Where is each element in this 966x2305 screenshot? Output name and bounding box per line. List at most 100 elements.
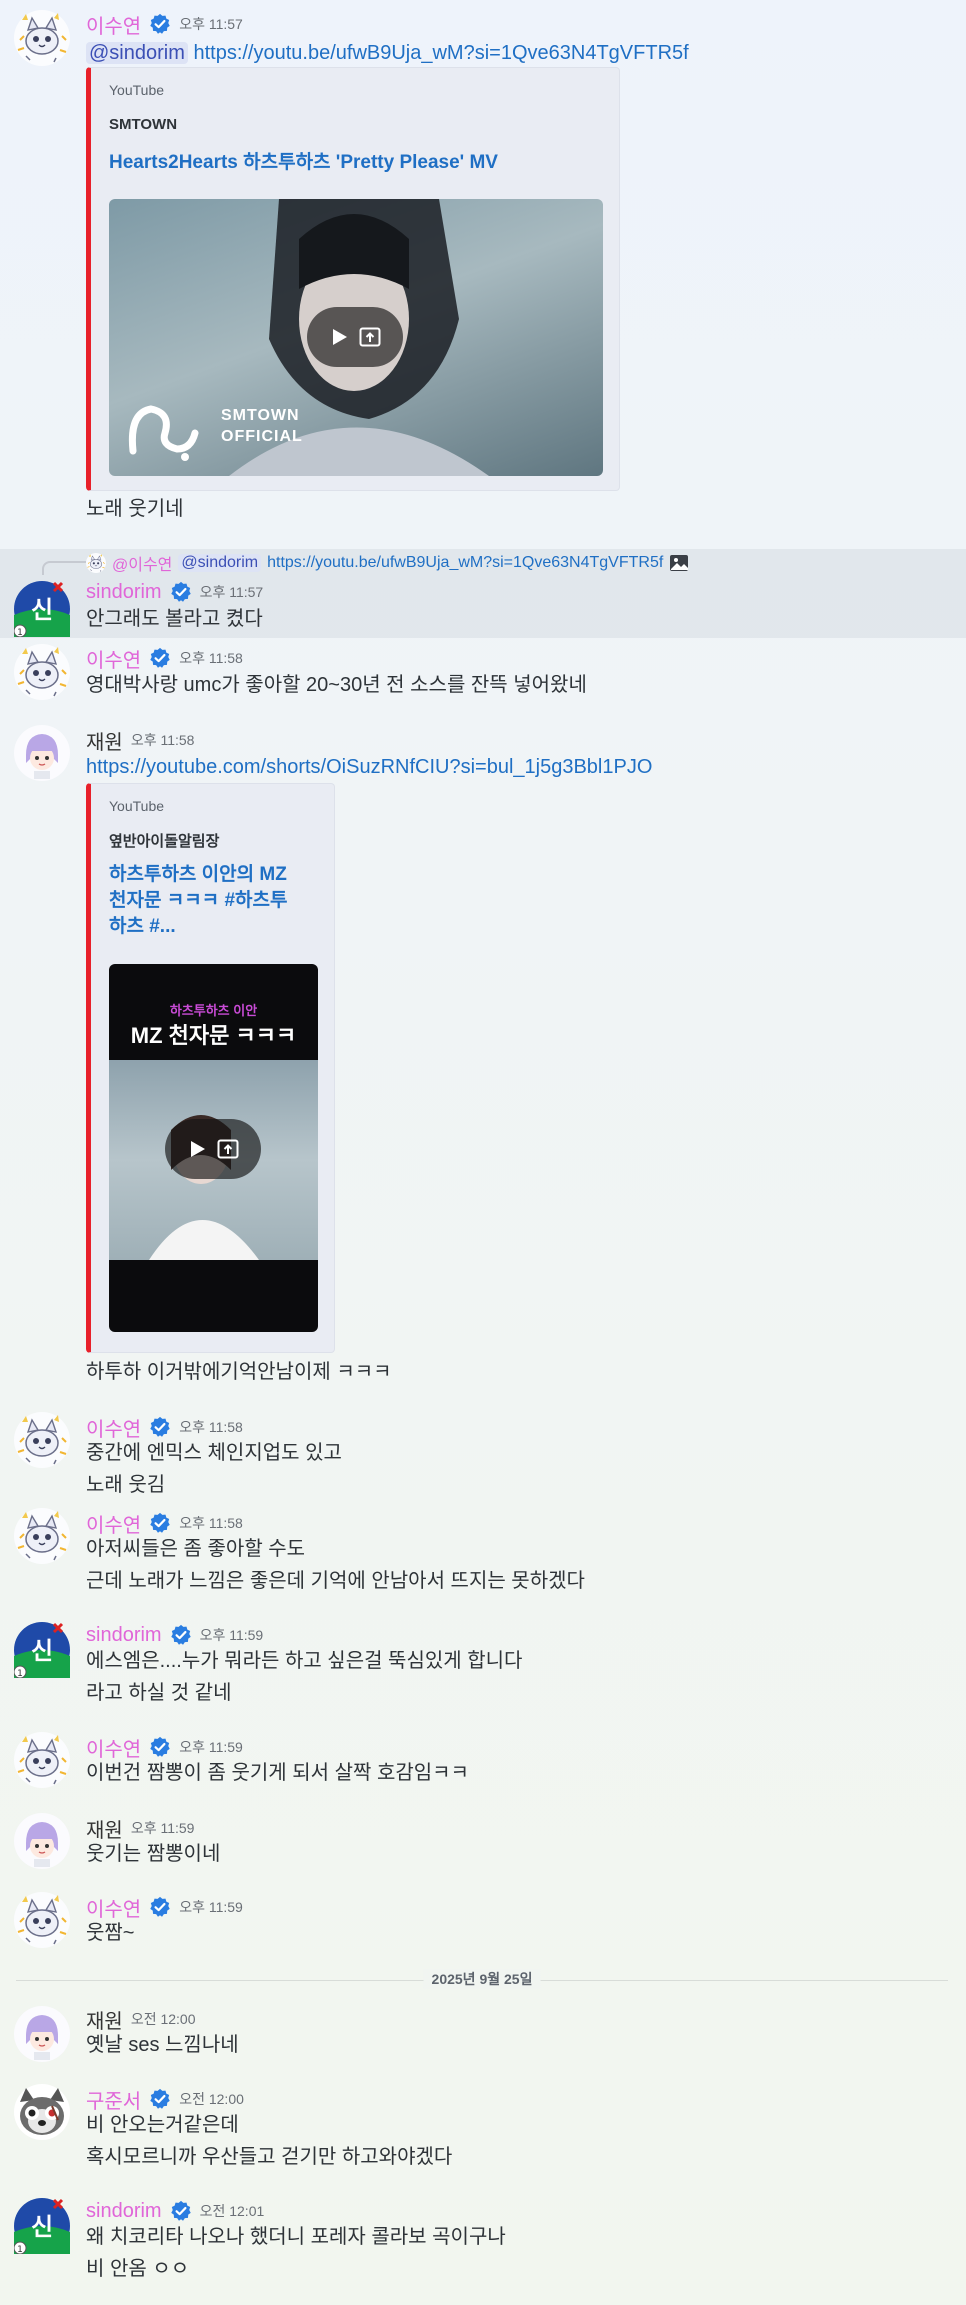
embed-title-line[interactable]: 하츠투하츠 이안의 MZ	[109, 862, 287, 888]
message-link[interactable]: https://youtube.com/shorts/OiSuzRNfCIU?s…	[86, 756, 652, 778]
timestamp: 오후 11:59	[179, 1739, 243, 1755]
avatar[interactable]	[14, 1508, 70, 1564]
verified-icon	[170, 2200, 192, 2222]
verified-icon	[170, 581, 192, 603]
timestamp: 오후 11:58	[130, 732, 195, 748]
verified-icon	[149, 2088, 171, 2110]
message: 이수연 오후 11:58 영대박사랑 umc가 좋아할 20~30년 전 소스를…	[0, 644, 966, 714]
reply-preview[interactable]: @이수연 @sindorim https://youtu.be/ufwB9Uja…	[86, 551, 689, 575]
date-divider-label: 2025년 9월 25일	[423, 1969, 541, 1989]
avatar[interactable]	[14, 644, 70, 700]
message: 이수연 오후 11:58 아저씨들은 좀 좋아할 수도 근데 노래가 느낌은 좋…	[0, 1508, 966, 1600]
avatar[interactable]	[14, 1732, 70, 1788]
author-name[interactable]: sindorim	[86, 581, 162, 604]
message: 재원 오후 11:59 웃기는 짬뽕이네	[0, 1813, 966, 1877]
message: sindorim 오후 11:59 에스엠은....누가 뭐라든 하고 싶은걸 …	[0, 1620, 966, 1712]
avatar[interactable]	[14, 1892, 70, 1948]
message: sindorim 오전 12:01 왜 치코리타 나오나 했더니 포레자 콜라보…	[0, 2196, 966, 2296]
embed-title[interactable]: Hearts2Hearts 하츠투하츠 'Pretty Please' MV	[109, 150, 498, 176]
author-name[interactable]: sindorim	[86, 1624, 162, 1647]
verified-icon	[149, 647, 171, 669]
timestamp: 오후 11:57	[199, 584, 264, 600]
verified-icon	[170, 1624, 192, 1646]
embed-title-line[interactable]: 하츠 #...	[109, 914, 176, 940]
message-text: 웃기는 짬뽕이네	[86, 1843, 221, 1865]
smtown-logo-icon	[128, 405, 199, 461]
play-button[interactable]	[165, 1119, 261, 1179]
verified-icon	[149, 13, 171, 35]
reply-author[interactable]: @이수연	[112, 551, 172, 575]
play-button[interactable]	[307, 307, 403, 367]
timestamp: 오후 11:58	[179, 650, 243, 666]
logo-text: OFFICIAL	[221, 428, 303, 445]
avatar[interactable]	[14, 1412, 70, 1468]
user-mention[interactable]: @sindorim	[178, 554, 262, 572]
message-text: 이번건 짬뽕이 좀 웃기게 되서 살짝 호감임ㅋㅋ	[86, 1762, 469, 1784]
timestamp: 오후 11:59	[179, 1899, 243, 1915]
verified-icon	[149, 1416, 171, 1438]
avatar[interactable]	[14, 2006, 70, 2062]
message-text: 옛날 ses 느낌나네	[86, 2034, 239, 2056]
message-text: 노래 웃김	[86, 1474, 166, 1496]
verified-icon	[149, 1736, 171, 1758]
message-text: 안그래도 볼라고 켰다	[86, 608, 263, 630]
embed-author[interactable]: SMTOWN	[109, 116, 177, 133]
message-text: 하투하 이거밖에기억안남이제 ㅋㅋㅋ	[86, 1361, 392, 1383]
message-text: 영대박사랑 umc가 좋아할 20~30년 전 소스를 잔뜩 넣어왔네	[86, 674, 587, 696]
reply-connector	[42, 561, 86, 575]
thumbnail-caption: 하츠투하츠 이안	[169, 1003, 258, 1018]
verified-icon	[149, 1896, 171, 1918]
message-text: 아저씨들은 좀 좋아할 수도	[86, 1538, 306, 1560]
avatar[interactable]	[14, 1622, 70, 1678]
avatar[interactable]	[14, 725, 70, 781]
embed-title-line[interactable]: 천자문 ㅋㅋㅋ #하츠투	[109, 888, 287, 914]
video-thumbnail[interactable]: SMTOWN OFFICIAL	[109, 199, 603, 476]
video-thumbnail[interactable]: 하츠투하츠 이안 MZ 천자문 ㅋㅋㅋ	[109, 964, 318, 1332]
message: 이수연 오후 11:59 웃짬~	[0, 1892, 966, 1956]
message-link[interactable]: https://youtu.be/ufwB9Uja_wM?si=1Qve63N4…	[193, 42, 688, 64]
avatar[interactable]	[14, 2084, 70, 2140]
timestamp: 오전 12:00	[130, 2011, 196, 2027]
embed-provider: YouTube	[109, 798, 165, 814]
link-embed: YouTube SMTOWN Hearts2Hearts 하츠투하츠 'Pret…	[86, 67, 620, 491]
timestamp: 오후 11:58	[179, 1515, 243, 1531]
message: 재원 오전 12:00 옛날 ses 느낌나네	[0, 2004, 966, 2068]
author-name[interactable]: 재원	[86, 726, 123, 755]
popout-icon[interactable]	[217, 1139, 239, 1159]
play-icon	[329, 327, 349, 347]
timestamp: 오전 12:01	[199, 2203, 265, 2219]
message-text: 혹시모르니까 우산들고 걷기만 하고와야겠다	[86, 2146, 453, 2168]
message-text: 비 안옴 ㅇㅇ	[86, 2258, 190, 2280]
timestamp: 오후 11:58	[179, 1419, 243, 1435]
avatar[interactable]	[14, 581, 70, 637]
author-name[interactable]: 이수연	[86, 10, 141, 39]
message-text: 라고 하실 것 같네	[86, 1682, 232, 1704]
date-divider: 2025년 9월 25일	[16, 1969, 948, 1989]
popout-icon[interactable]	[359, 327, 381, 347]
author-name[interactable]: sindorim	[86, 2200, 162, 2223]
message: 이수연 오후 11:58 중간에 엔믹스 체인지업도 있고 노래 웃김	[0, 1412, 966, 1504]
message: @이수연 @sindorim https://youtu.be/ufwB9Uja…	[0, 549, 966, 638]
message-text: 중간에 엔믹스 체인지업도 있고	[86, 1442, 342, 1464]
play-icon	[187, 1139, 207, 1159]
avatar[interactable]	[14, 2198, 70, 2254]
timestamp: 오전 12:00	[179, 2091, 244, 2107]
user-mention[interactable]: @sindorim	[86, 42, 188, 64]
timestamp: 오후 11:57	[179, 16, 243, 32]
message-text: 에스엠은....누가 뭐라든 하고 싶은걸 뚝심있게 합니다	[86, 1650, 523, 1672]
logo-text: SMTOWN	[221, 407, 300, 424]
message-text: 왜 치코리타 나오나 했더니 포레자 콜라보 곡이구나	[86, 2226, 506, 2248]
timestamp: 오후 11:59	[130, 1820, 195, 1836]
message: 구준서 오전 12:00 비 안오는거같은데 혹시모르니까 우산들고 걷기만 하…	[0, 2084, 966, 2176]
embed-author[interactable]: 옆반아이돌알림장	[109, 830, 219, 851]
image-icon	[669, 553, 689, 573]
embed-provider: YouTube	[109, 82, 165, 98]
message-text: 노래 웃기네	[86, 498, 184, 520]
avatar[interactable]	[14, 10, 70, 66]
verified-icon	[149, 1512, 171, 1534]
avatar[interactable]	[14, 1813, 70, 1869]
reply-link[interactable]: https://youtu.be/ufwB9Uja_wM?si=1Qve63N4…	[267, 554, 663, 572]
timestamp: 오후 11:59	[199, 1627, 264, 1643]
message: 재원 오후 11:58 https://youtube.com/shorts/O…	[0, 725, 966, 1395]
author-name[interactable]: 이수연	[86, 644, 141, 673]
